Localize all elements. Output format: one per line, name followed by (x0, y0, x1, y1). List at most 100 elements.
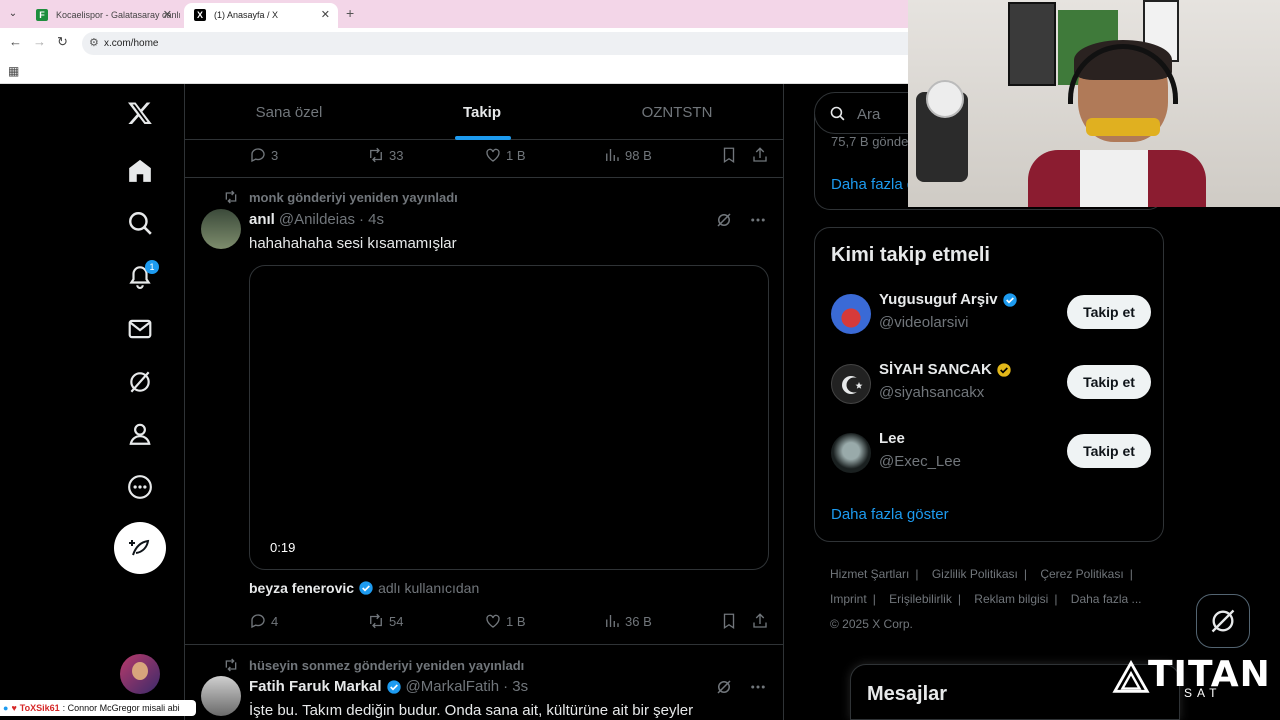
bookmark-button[interactable] (720, 612, 738, 630)
timeline-tabs: Sana özel Takip OZNTSTN (185, 84, 783, 140)
follow-button[interactable]: Takip et (1067, 295, 1151, 329)
like-count: 1 B (506, 147, 526, 163)
footer-link[interactable]: Gizlilik Politikası (932, 567, 1018, 581)
copyright: © 2025 X Corp. (830, 617, 913, 631)
tweet-time[interactable]: · 4s (359, 211, 384, 228)
repost-by-text: hüseyin sonmez gönderiyi yeniden yayınla… (249, 657, 525, 673)
reload-icon[interactable]: ↻ (57, 34, 68, 50)
author-name[interactable]: anıl (249, 211, 275, 228)
footer-link[interactable]: Hizmet Şartları (830, 567, 909, 581)
reply-button[interactable]: 3 (249, 146, 278, 164)
follow-button[interactable]: Takip et (1067, 365, 1151, 399)
tweet-actions: 4 54 1 B 36 B (249, 612, 769, 632)
webcam-overlay (908, 0, 1280, 207)
account-avatar[interactable] (120, 654, 160, 694)
compose-post-button[interactable] (114, 522, 166, 574)
browser-tab-x[interactable]: X (1) Anasayfa / X ✕ (184, 3, 338, 28)
repost-button[interactable]: 54 (367, 612, 403, 630)
reply-bubble-icon (251, 148, 265, 163)
suggestion-name-line: Yugusuguf Arşiv (879, 291, 1018, 308)
video-player[interactable]: 0:19 (249, 265, 769, 570)
profile-person-icon[interactable] (121, 415, 159, 453)
more-dots-icon[interactable] (749, 678, 767, 696)
footer-link[interactable]: Imprint (830, 592, 867, 606)
divider (185, 177, 783, 178)
site-info-icon[interactable]: ⚙ (89, 36, 99, 49)
chat-username: ToXSik61 (19, 703, 60, 713)
show-more-link[interactable]: Daha fazla göster (831, 506, 949, 523)
grok-icon[interactable] (121, 363, 159, 401)
tweet-author-avatar[interactable] (201, 676, 241, 716)
home-icon[interactable] (121, 152, 159, 190)
suggestion-handle: @videolarsivi (879, 314, 969, 331)
suggestion-avatar[interactable] (831, 433, 871, 473)
chat-text: : Connor McGregor misali abi (62, 703, 180, 713)
tweet-time[interactable]: · 3s (503, 678, 528, 695)
share-button[interactable] (751, 146, 769, 164)
apps-grid-icon[interactable]: ▦ (8, 64, 19, 78)
suggestion-name-line: SİYAH SANCAK (879, 361, 1012, 378)
x-logo-icon[interactable] (121, 94, 159, 132)
explore-search-icon[interactable] (121, 204, 159, 242)
tweet-author-avatar[interactable] (201, 209, 241, 249)
grok-icon[interactable] (715, 678, 733, 696)
new-tab-plus-icon[interactable]: + (346, 5, 354, 21)
attribution-name[interactable]: beyza fenerovic (249, 580, 354, 596)
active-tab-indicator (455, 136, 511, 140)
footer-link[interactable]: Çerez Politikası (1040, 567, 1123, 581)
close-tab-icon[interactable]: ✕ (163, 8, 172, 21)
grok-icon[interactable] (715, 211, 733, 229)
more-dots-icon[interactable] (749, 211, 767, 229)
share-button[interactable] (751, 612, 769, 630)
tab-search-chevron-icon[interactable]: ⌄ (4, 5, 22, 23)
back-arrow-icon[interactable]: ← (9, 34, 22, 49)
repost-button[interactable]: 33 (367, 146, 403, 164)
notifications-bell-icon[interactable]: 1 (121, 257, 159, 295)
verified-badge-icon (1002, 292, 1017, 307)
suggestion-avatar[interactable] (831, 364, 871, 404)
webcam-person-sleeve (1148, 150, 1206, 207)
notification-badge: 1 (145, 260, 159, 274)
tab-for-you[interactable]: Sana özel (189, 104, 389, 121)
author-name[interactable]: Fatih Faruk Markal (249, 678, 382, 695)
follow-suggestion: Lee @Exec_Lee Takip et (831, 430, 1151, 478)
author-handle[interactable]: @Anildeias (279, 211, 355, 228)
share-icon (753, 147, 767, 162)
more-circle-icon[interactable] (121, 468, 159, 506)
bookmark-button[interactable] (720, 146, 738, 164)
repost-by-text: monk gönderiyi yeniden yayınladı (249, 189, 458, 205)
messages-envelope-icon[interactable] (121, 310, 159, 348)
chat-platform-icon: ● (3, 703, 9, 713)
browser-tab-kocaelispor[interactable]: F Kocaelispor - Galatasaray canlı ✕ (26, 3, 180, 28)
reply-button[interactable]: 4 (249, 612, 278, 630)
suggestion-name[interactable]: Yugusuguf Arşiv (879, 291, 998, 308)
footer-link[interactable]: Daha fazla ... (1071, 592, 1142, 606)
like-button[interactable]: 1 B (484, 612, 526, 630)
views-button[interactable]: 98 B (603, 146, 652, 164)
feather-plus-icon (129, 539, 150, 556)
reply-count: 4 (271, 613, 279, 629)
like-button[interactable]: 1 B (484, 146, 526, 164)
titan-logo-icon (1112, 660, 1150, 693)
tab-list-ozntstn[interactable]: OZNTSTN (577, 104, 777, 121)
previous-tweet-actions: 3 33 1 B 98 B (249, 146, 769, 166)
view-count: 98 B (625, 147, 652, 163)
suggestion-name[interactable]: SİYAH SANCAK (879, 361, 992, 378)
footer-separator: | (1023, 567, 1027, 581)
footer-link[interactable]: Erişilebilirlik (889, 592, 952, 606)
close-tab-icon[interactable]: ✕ (321, 8, 330, 21)
search-placeholder: Ara (857, 106, 881, 123)
suggestion-name[interactable]: Lee (879, 430, 905, 447)
follow-button[interactable]: Takip et (1067, 434, 1151, 468)
views-button[interactable]: 36 B (603, 612, 652, 630)
bookmark-icon (723, 147, 735, 164)
grok-floating-button[interactable] (1196, 594, 1250, 648)
footer-link[interactable]: Reklam bilgisi (974, 592, 1048, 606)
suggestion-avatar[interactable] (831, 294, 871, 334)
forward-arrow-icon[interactable]: → (33, 34, 46, 49)
tab-following[interactable]: Takip (382, 104, 582, 121)
grok-icon (1211, 609, 1235, 633)
view-count: 36 B (625, 613, 652, 629)
crescent-star-icon (842, 376, 863, 394)
author-handle[interactable]: @MarkalFatih (406, 678, 500, 695)
